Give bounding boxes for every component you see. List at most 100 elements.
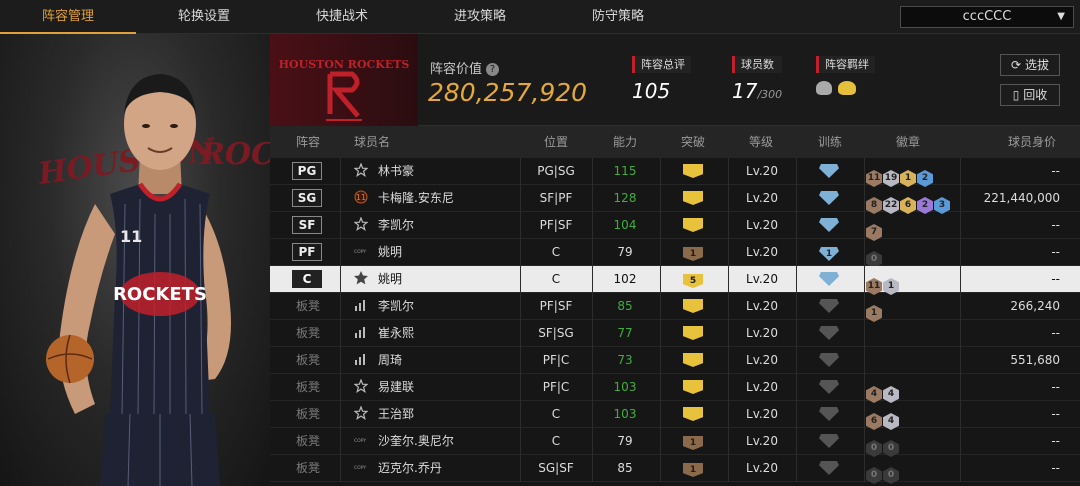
player-ability: 85 <box>617 299 633 313</box>
bond-icon[interactable] <box>816 81 832 95</box>
column-divider <box>592 239 593 266</box>
refresh-icon: ⟳ <box>1011 58 1022 72</box>
player-name[interactable]: 姚明 <box>378 266 402 293</box>
breakthrough-icon[interactable] <box>683 158 703 185</box>
breakthrough-icon[interactable]: 1 <box>683 455 703 482</box>
table-row[interactable]: SG 11 卡梅隆.安东尼 SF|PF 128 Lv.20 8 22 6 2 3 221,440,00… <box>270 185 1080 214</box>
training-icon[interactable] <box>819 455 839 482</box>
breakthrough-icon[interactable] <box>683 212 703 239</box>
table-row[interactable]: 板凳 COPY 沙奎尔.奥尼尔 C 79 1 Lv.20 0 0 -- <box>270 428 1080 457</box>
player-ability: 104 <box>613 218 637 232</box>
tab-rotation[interactable]: 轮换设置 <box>136 0 272 34</box>
breakthrough-level <box>683 326 703 340</box>
table-row[interactable]: C 姚明 C 102 5 Lv.20 11 1 -- <box>270 266 1080 295</box>
column-divider <box>796 158 797 185</box>
training-icon[interactable]: 1 <box>819 239 839 266</box>
column-divider <box>660 239 661 266</box>
tab-defense[interactable]: 防守策略 <box>550 0 686 34</box>
table-row[interactable]: 板凳 周琦 PF|C 73 Lv.20 551,680 <box>270 347 1080 374</box>
column-divider <box>592 266 593 293</box>
player-name[interactable]: 卡梅隆.安东尼 <box>378 185 454 212</box>
breakthrough-icon[interactable]: 1 <box>683 428 703 455</box>
breakthrough-icon[interactable] <box>683 320 703 347</box>
player-ability: 77 <box>617 326 633 340</box>
table-row[interactable]: 板凳 COPY 迈克尔.乔丹 SG|SF 85 1 Lv.20 0 0 -- <box>270 455 1080 484</box>
player-position: C <box>551 245 561 259</box>
breakthrough-icon[interactable] <box>683 401 703 428</box>
column-divider <box>796 212 797 239</box>
table-row[interactable]: PG 林书豪 PG|SG 115 Lv.20 11 19 1 2 -- <box>270 158 1080 187</box>
player-ability: 102 <box>613 272 637 286</box>
player-name[interactable]: 崔永熙 <box>378 320 414 347</box>
help-circle-icon[interactable]: ? <box>486 63 500 76</box>
tab-quick-tactics[interactable]: 快捷战术 <box>274 0 410 34</box>
copy-icon: COPY <box>354 239 368 266</box>
tab-lineup[interactable]: 阵容管理 <box>0 0 136 34</box>
column-divider <box>864 266 865 293</box>
table-row[interactable]: 板凳 崔永熙 SF|SG 77 Lv.20 -- <box>270 320 1080 347</box>
select-button[interactable]: ⟳ 选拔 <box>1000 54 1060 76</box>
table-row[interactable]: SF 李凯尔 PF|SF 104 Lv.20 7 -- <box>270 212 1080 241</box>
column-divider <box>796 320 797 347</box>
team-select[interactable]: cccCCC ▼ <box>900 6 1074 28</box>
training-icon[interactable] <box>819 320 839 347</box>
player-position: PF|C <box>542 380 570 394</box>
player-name[interactable]: 沙奎尔.奥尼尔 <box>378 428 454 455</box>
training-icon[interactable] <box>819 401 839 428</box>
training-icon[interactable] <box>819 374 839 401</box>
training-icon[interactable] <box>819 158 839 185</box>
lineup-slot-label: PF <box>292 243 322 261</box>
breakthrough-icon[interactable] <box>683 293 703 320</box>
player-name[interactable]: 周琦 <box>378 347 402 374</box>
player-portrait-panel: HOUSTON ROCK ROCKETS 11 <box>0 34 270 486</box>
column-divider <box>796 239 797 266</box>
column-divider <box>660 401 661 428</box>
lineup-slot: 板凳 <box>296 380 321 394</box>
col-ability: 能力 <box>613 135 638 149</box>
column-divider <box>864 347 865 374</box>
breakthrough-level <box>683 380 703 394</box>
player-ability: 79 <box>617 434 633 448</box>
bg-logo-text-2: ROCK <box>199 137 270 172</box>
player-name[interactable]: 姚明 <box>378 239 402 266</box>
column-divider <box>592 347 593 374</box>
lineup-slot: 板凳 <box>296 353 321 367</box>
column-divider <box>796 185 797 212</box>
breakthrough-icon[interactable] <box>683 185 703 212</box>
player-value: -- <box>1051 380 1060 394</box>
table-row[interactable]: 板凳 易建联 PF|C 103 Lv.20 4 4 -- <box>270 374 1080 403</box>
training-icon[interactable] <box>819 185 839 212</box>
column-divider <box>796 293 797 320</box>
breakthrough-icon[interactable] <box>683 347 703 374</box>
table-row[interactable]: 板凳 王治郅 C 103 Lv.20 6 4 -- <box>270 401 1080 430</box>
star-icon <box>354 374 368 401</box>
training-level <box>819 380 839 394</box>
breakthrough-icon[interactable]: 5 <box>683 266 703 293</box>
player-name[interactable]: 李凯尔 <box>378 212 414 239</box>
bond-stat: 阵容羁绊 <box>816 56 875 99</box>
bond-icons[interactable] <box>816 81 875 99</box>
jersey-icon: 11 <box>354 185 368 212</box>
recycle-button[interactable]: ▯ 回收 <box>1000 84 1060 106</box>
player-name[interactable]: 李凯尔 <box>378 293 414 320</box>
player-name[interactable]: 易建联 <box>378 374 414 401</box>
bars-icon <box>354 320 368 347</box>
training-icon[interactable] <box>819 347 839 374</box>
breakthrough-icon[interactable]: 1 <box>683 239 703 266</box>
player-name[interactable]: 林书豪 <box>378 158 414 185</box>
bond-icon[interactable] <box>838 81 857 95</box>
training-icon[interactable] <box>819 266 839 293</box>
training-icon[interactable] <box>819 293 839 320</box>
tab-offense[interactable]: 进攻策略 <box>412 0 548 34</box>
table-row[interactable]: PF COPY 姚明 C 79 1 Lv.20 1 0 -- <box>270 239 1080 268</box>
player-position: C <box>551 272 561 286</box>
player-name[interactable]: 迈克尔.乔丹 <box>378 455 442 482</box>
training-icon[interactable] <box>819 212 839 239</box>
column-divider <box>660 320 661 347</box>
player-name[interactable]: 王治郅 <box>378 401 414 428</box>
training-icon[interactable] <box>819 428 839 455</box>
column-divider <box>864 374 865 401</box>
breakthrough-icon[interactable] <box>683 374 703 401</box>
table-row[interactable]: 板凳 李凯尔 PF|SF 85 Lv.20 1 266,240 <box>270 293 1080 322</box>
column-divider <box>340 428 341 455</box>
